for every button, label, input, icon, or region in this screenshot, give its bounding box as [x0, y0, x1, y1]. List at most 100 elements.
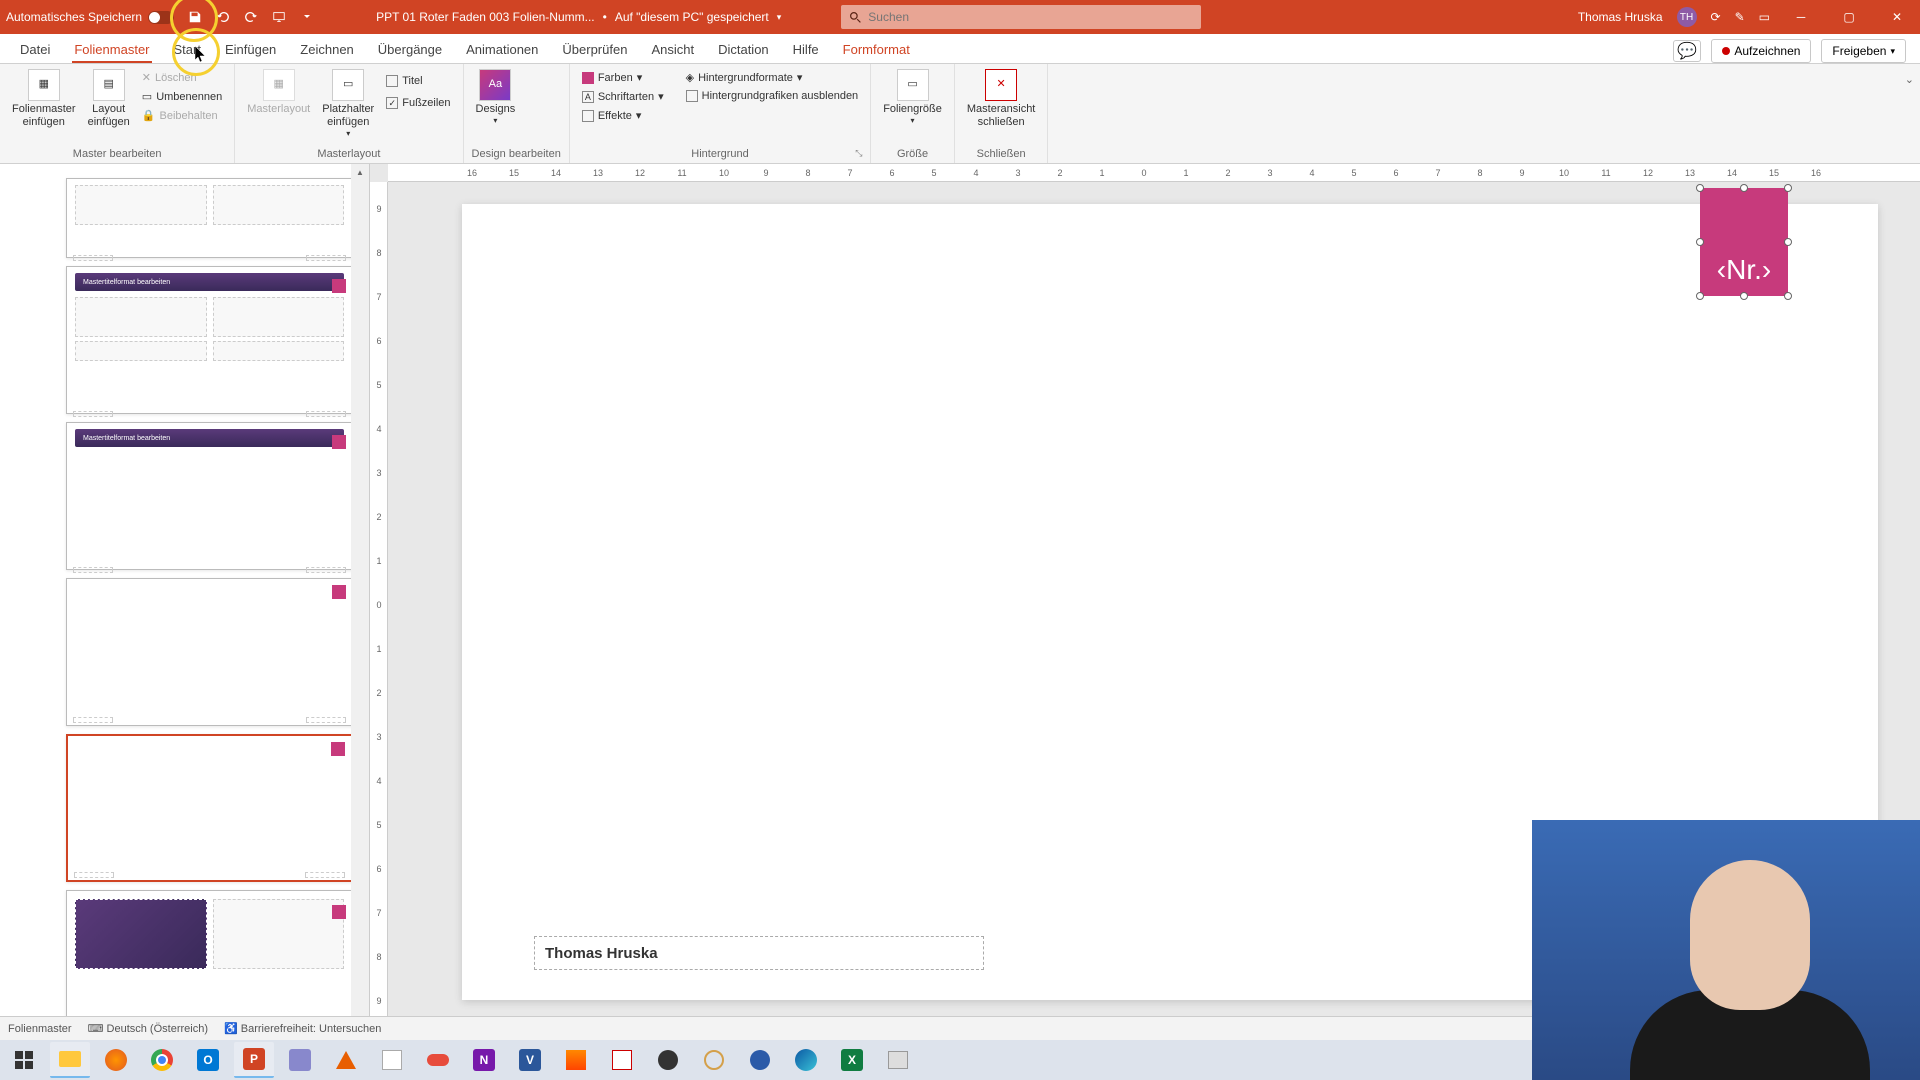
- draw-icon[interactable]: ✎: [1735, 10, 1745, 24]
- tab-einfuegen[interactable]: Einfügen: [213, 36, 288, 63]
- window-icon[interactable]: ▭: [1759, 10, 1770, 24]
- colors-button[interactable]: Farben ▾: [578, 69, 668, 86]
- group-hintergrund: Hintergrund: [578, 146, 862, 163]
- group-design: Design bearbeiten: [472, 146, 561, 163]
- insert-layout-button[interactable]: ▤Layout einfügen: [84, 67, 134, 131]
- group-schliessen: Schließen: [963, 146, 1039, 163]
- fonts-button[interactable]: ASchriftarten ▾: [578, 88, 668, 105]
- search-input[interactable]: [868, 10, 1193, 24]
- close-button[interactable]: ✕: [1880, 4, 1914, 30]
- minimize-button[interactable]: ─: [1784, 4, 1818, 30]
- layout-thumb-5-selected[interactable]: [66, 734, 353, 882]
- saved-indicator: •: [603, 10, 607, 24]
- tab-formformat[interactable]: Formformat: [831, 36, 922, 63]
- horizontal-ruler: 1615141312111098765432101234567891011121…: [388, 164, 1920, 182]
- group-masterlayout: Masterlayout: [243, 146, 454, 163]
- thumbnail-scrollbar[interactable]: ▲ ▼: [351, 164, 369, 1056]
- resize-handle-ne[interactable]: [1784, 184, 1792, 192]
- app-icon-5[interactable]: [602, 1042, 642, 1078]
- autosave-label: Automatisches Speichern: [6, 10, 142, 24]
- explorer-icon[interactable]: [50, 1042, 90, 1078]
- tab-ueberpruefen[interactable]: Überprüfen: [550, 36, 639, 63]
- insert-slidemaster-button[interactable]: ▦Folienmaster einfügen: [8, 67, 80, 131]
- designs-button[interactable]: AaDesigns▾: [472, 67, 520, 128]
- resize-handle-sw[interactable]: [1696, 292, 1704, 300]
- outlook-icon[interactable]: O: [188, 1042, 228, 1078]
- app-icon-3[interactable]: [418, 1042, 458, 1078]
- chevron-down-icon[interactable]: ▾: [777, 12, 782, 23]
- webcam-overlay: [1532, 820, 1920, 1080]
- status-accessibility[interactable]: ♿ Barrierefreiheit: Untersuchen: [224, 1022, 381, 1035]
- present-icon[interactable]: [270, 8, 288, 26]
- excel-icon[interactable]: X: [832, 1042, 872, 1078]
- resize-handle-w[interactable]: [1696, 238, 1704, 246]
- close-master-view-button[interactable]: ✕Masteransicht schließen: [963, 67, 1039, 131]
- onenote-icon[interactable]: N: [464, 1042, 504, 1078]
- obs-icon[interactable]: [648, 1042, 688, 1078]
- powerpoint-icon[interactable]: P: [234, 1042, 274, 1078]
- layout-thumb-2[interactable]: Mastertitelformat bearbeiten: [66, 266, 353, 414]
- slide-size-button[interactable]: ▭Foliengröße▾: [879, 67, 946, 128]
- footers-checkbox[interactable]: Fußzeilen: [382, 95, 454, 111]
- save-icon[interactable]: [186, 8, 204, 26]
- sync-icon[interactable]: ⟳: [1711, 10, 1721, 24]
- redo-icon[interactable]: [242, 8, 260, 26]
- slide-number-shape[interactable]: ⟳ ‹Nr.›: [1700, 188, 1788, 296]
- rename-button[interactable]: ▭ Umbenennen: [138, 88, 226, 105]
- tab-folienmaster[interactable]: Folienmaster: [62, 36, 161, 63]
- search-box[interactable]: [841, 5, 1201, 29]
- maximize-button[interactable]: ▢: [1832, 4, 1866, 30]
- firefox-icon[interactable]: [96, 1042, 136, 1078]
- thumbnail-panel[interactable]: Mastertitelformat bearbeiten Mastertitel…: [0, 164, 370, 1056]
- title-checkbox[interactable]: Titel: [382, 73, 454, 89]
- comments-button[interactable]: 💬: [1673, 40, 1701, 62]
- resize-handle-e[interactable]: [1784, 238, 1792, 246]
- record-button[interactable]: Aufzeichnen: [1711, 39, 1811, 63]
- tab-zeichnen[interactable]: Zeichnen: [288, 36, 365, 63]
- effects-button[interactable]: Effekte ▾: [578, 107, 668, 124]
- tab-uebergaenge[interactable]: Übergänge: [366, 36, 454, 63]
- layout-thumb-3[interactable]: Mastertitelformat bearbeiten: [66, 422, 353, 570]
- resize-handle-s[interactable]: [1740, 292, 1748, 300]
- collapse-ribbon-icon[interactable]: ⌄: [1905, 74, 1914, 86]
- tab-datei[interactable]: Datei: [8, 36, 62, 63]
- group-master-bearbeiten: Master bearbeiten: [8, 146, 226, 163]
- app-icon-1[interactable]: [280, 1042, 320, 1078]
- app-icon-2[interactable]: [372, 1042, 412, 1078]
- tab-animationen[interactable]: Animationen: [454, 36, 550, 63]
- vertical-ruler: 9876543210123456789: [370, 182, 388, 1056]
- resize-handle-n[interactable]: [1740, 184, 1748, 192]
- search-icon: [849, 11, 862, 24]
- user-avatar[interactable]: TH: [1677, 7, 1697, 27]
- app-icon-8[interactable]: [878, 1042, 918, 1078]
- resize-handle-se[interactable]: [1784, 292, 1792, 300]
- footer-placeholder[interactable]: Thomas Hruska: [534, 936, 984, 970]
- visio-icon[interactable]: V: [510, 1042, 550, 1078]
- chrome-icon[interactable]: [142, 1042, 182, 1078]
- user-name: Thomas Hruska: [1578, 10, 1663, 24]
- tab-hilfe[interactable]: Hilfe: [781, 36, 831, 63]
- edge-icon[interactable]: [786, 1042, 826, 1078]
- undo-icon[interactable]: [214, 8, 232, 26]
- hide-bg-graphics-checkbox[interactable]: Hintergrundgrafiken ausblenden: [682, 88, 863, 104]
- autosave-toggle[interactable]: [148, 11, 174, 24]
- app-icon-4[interactable]: [556, 1042, 596, 1078]
- status-view: Folienmaster: [8, 1023, 72, 1035]
- more-icon[interactable]: [298, 8, 316, 26]
- layout-thumb-4[interactable]: [66, 578, 353, 726]
- hintergrund-dialog-launcher[interactable]: ⤡: [855, 148, 867, 160]
- start-button[interactable]: [4, 1042, 44, 1078]
- share-button[interactable]: Freigeben▾: [1821, 39, 1906, 63]
- slide-number-placeholder: ‹Nr.›: [1717, 254, 1771, 286]
- background-styles-button[interactable]: ◈ Hintergrundformate ▾: [682, 69, 863, 86]
- status-language[interactable]: ⌨ Deutsch (Österreich): [88, 1022, 208, 1035]
- tab-dictation[interactable]: Dictation: [706, 36, 781, 63]
- scroll-up-icon[interactable]: ▲: [351, 164, 369, 180]
- app-icon-7[interactable]: [740, 1042, 780, 1078]
- vlc-icon[interactable]: [326, 1042, 366, 1078]
- app-icon-6[interactable]: [694, 1042, 734, 1078]
- insert-placeholder-button[interactable]: ▭Platzhalter einfügen▾: [318, 67, 378, 141]
- tab-ansicht[interactable]: Ansicht: [639, 36, 706, 63]
- resize-handle-nw[interactable]: [1696, 184, 1704, 192]
- layout-thumb-1[interactable]: [66, 178, 353, 258]
